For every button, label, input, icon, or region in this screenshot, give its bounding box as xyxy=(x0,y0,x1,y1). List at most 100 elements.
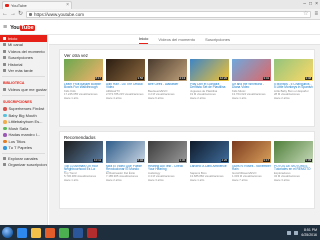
close-window-button[interactable]: × xyxy=(315,1,318,7)
media-icon[interactable] xyxy=(45,227,55,238)
video-duration: 8:02 xyxy=(136,157,144,162)
video-card[interactable]: 5:09 POTOS DE MOTORES Tutoriales en el RE… xyxy=(274,141,313,182)
video-card[interactable]: 12:20 Play Doh el Gonlaira Dentista Set d… xyxy=(190,59,229,100)
address-bar: ← → ↻ https://www.youtube.com ☆ ≡ xyxy=(0,9,320,20)
main-content: Inicio Vídeos del momento Suscripciones Ve… xyxy=(49,35,320,225)
sidebar-item[interactable]: Videos que me gustan xyxy=(0,87,47,94)
shelf-title: Recomendados xyxy=(64,135,96,140)
sidebar-divider xyxy=(2,75,45,77)
sidebar-item-label: Superheroes Fin4wt xyxy=(8,106,45,112)
video-thumbnail[interactable]: 10:11 xyxy=(64,141,103,163)
feed-tab[interactable]: Suscripciones xyxy=(205,37,230,44)
minimize-button[interactable]: – xyxy=(303,1,306,7)
browser-tab[interactable]: YouTube × xyxy=(2,1,72,9)
video-duration: 12:20 xyxy=(218,75,228,80)
logo-you-text: You xyxy=(10,24,20,31)
sidebar-item-label: Mi canal xyxy=(8,42,23,48)
video-shelf: Ver otra vez 8:17 Learn Fruit Basket Bubbl… xyxy=(59,49,315,127)
volume-icon[interactable] xyxy=(294,230,299,235)
sidebar-item[interactable]: Ver más tarde xyxy=(0,68,47,75)
guide-menu-icon[interactable]: ≡ xyxy=(3,24,7,31)
video-thumbnail[interactable]: 4:20 xyxy=(190,141,229,163)
video-card[interactable]: 10:11 Top 10 Animals On Your Neighbourhoo… xyxy=(64,141,103,182)
ie-icon[interactable] xyxy=(17,227,27,238)
video-card[interactable]: 8:17 Learn Fruit Basket Bubble Bowls Fun … xyxy=(64,59,103,100)
lock-icon xyxy=(29,12,32,16)
tab-close-icon[interactable]: × xyxy=(66,3,69,8)
video-card[interactable]: 3:41 Ulf and the Whirlwind - Diana Video K… xyxy=(232,59,271,100)
windows-taskbar: 8:51 PM 6/25/2016 xyxy=(0,225,320,240)
video-card[interactable]: 3:56 Alibi Hair - Do The Official Video Al… xyxy=(106,59,145,100)
clock[interactable]: 8:51 PM 6/25/2016 xyxy=(301,228,317,236)
video-thumbnail[interactable]: 12:20 xyxy=(190,59,229,81)
video-duration: 10:11 xyxy=(93,157,102,162)
video-age: Hace 2 años xyxy=(190,95,206,100)
video-card[interactable]: 4:20 Landed: A Dark Ambience Sapiens Bros 1… xyxy=(190,141,229,182)
video-age: Hace 1 año xyxy=(64,95,79,100)
video-thumbnail[interactable]: 8:02 xyxy=(106,141,145,163)
feed-tab[interactable]: Inicio xyxy=(139,36,149,44)
browser-menu-icon[interactable]: ≡ xyxy=(314,11,318,17)
video-card[interactable]: 3:30 Hearing Aid Test - Check Your Hearin… xyxy=(148,141,187,182)
browser-window: YouTube × – □ × ← → ↻ https://www.youtub… xyxy=(0,0,320,240)
sidebar-item-label: Mosh Salla xyxy=(8,125,29,131)
channel-avatar-icon xyxy=(3,146,7,150)
video-thumbnail[interactable]: 3:56 xyxy=(106,59,145,81)
chrome-icon[interactable] xyxy=(59,227,69,238)
video-age: Hace 3 años xyxy=(274,177,290,182)
manage-icon xyxy=(3,163,6,167)
maximize-button[interactable]: □ xyxy=(309,1,312,7)
sidebar-item[interactable]: Organizar suscripciones xyxy=(0,162,47,169)
video-thumbnail[interactable]: 3:48 xyxy=(274,59,313,81)
watch-later-icon xyxy=(3,69,6,73)
like-icon xyxy=(3,88,6,92)
video-thumbnail[interactable]: 3:30 xyxy=(148,141,187,163)
youtube-logo[interactable]: You Tube xyxy=(10,24,35,31)
video-card[interactable]: 9:17 Guns N' Roses - November Rain GunsNRo… xyxy=(232,141,271,182)
video-duration: 8:17 xyxy=(94,75,102,80)
sidebar-item-label: Videos que me gustan xyxy=(8,87,48,93)
sidebar-item-label: Inicio xyxy=(8,35,18,41)
channel-avatar-icon xyxy=(3,139,7,143)
forward-button[interactable]: → xyxy=(10,11,16,17)
video-duration: 5:09 xyxy=(304,157,312,162)
history-icon xyxy=(3,62,6,66)
video-thumbnail[interactable]: 4:13 xyxy=(148,59,187,81)
word-icon[interactable] xyxy=(73,227,83,238)
channel-avatar-icon xyxy=(3,133,7,137)
network-icon[interactable] xyxy=(287,230,292,235)
video-card[interactable]: 8:02 Mira El Video Que Puede Revolucionar… xyxy=(106,141,145,182)
bookmark-star-icon[interactable]: ☆ xyxy=(303,11,308,17)
sidebar-item[interactable]: Tu T Papeles xyxy=(0,145,47,152)
channel-avatar-icon xyxy=(3,113,7,117)
video-thumbnail[interactable]: 5:09 xyxy=(274,141,313,163)
video-duration: 4:20 xyxy=(220,157,228,162)
sidebar-item[interactable]: Vídeos del momento xyxy=(0,48,47,55)
pinned-apps xyxy=(17,227,97,238)
shelf-title: Ver otra vez xyxy=(64,53,89,58)
video-duration: 3:30 xyxy=(178,157,186,162)
feed-tab[interactable]: Vídeos del momento xyxy=(158,37,195,44)
video-age: Hace 3 años xyxy=(148,177,164,182)
url-input[interactable]: https://www.youtube.com ☆ xyxy=(26,10,312,18)
home-icon xyxy=(3,36,6,40)
video-shelf: Recomendados 10:11 Top 10 Animals On Your … xyxy=(59,131,315,209)
video-card[interactable]: 3:48 5 Monitos - 5 Changuitos - 5 Little … xyxy=(274,59,313,100)
video-age: Hace 1 año xyxy=(64,177,79,182)
video-thumbnail[interactable]: 9:17 xyxy=(232,141,271,163)
video-thumbnail[interactable]: 8:17 xyxy=(64,59,103,81)
video-card[interactable]: 4:13 Bee Gees - Alabaster BeeGeesVEVO 3.2 M… xyxy=(148,59,187,100)
system-tray: 8:51 PM 6/25/2016 xyxy=(287,228,320,237)
sidebar-item-label: Baby Big Mouth xyxy=(8,112,37,118)
sidebar-item-label: Tu T Papeles xyxy=(8,145,33,151)
reload-button[interactable]: ↻ xyxy=(18,11,23,17)
app-icon[interactable] xyxy=(87,227,97,238)
clock-date: 6/25/2016 xyxy=(301,232,317,237)
start-button[interactable] xyxy=(2,227,13,238)
video-thumbnail[interactable]: 3:41 xyxy=(232,59,271,81)
video-duration: 9:17 xyxy=(262,157,270,162)
sidebar-item-label: Vídeos del momento xyxy=(8,48,45,54)
explorer-icon[interactable] xyxy=(31,227,41,238)
back-button[interactable]: ← xyxy=(2,11,8,17)
video-duration: 3:56 xyxy=(136,75,144,80)
